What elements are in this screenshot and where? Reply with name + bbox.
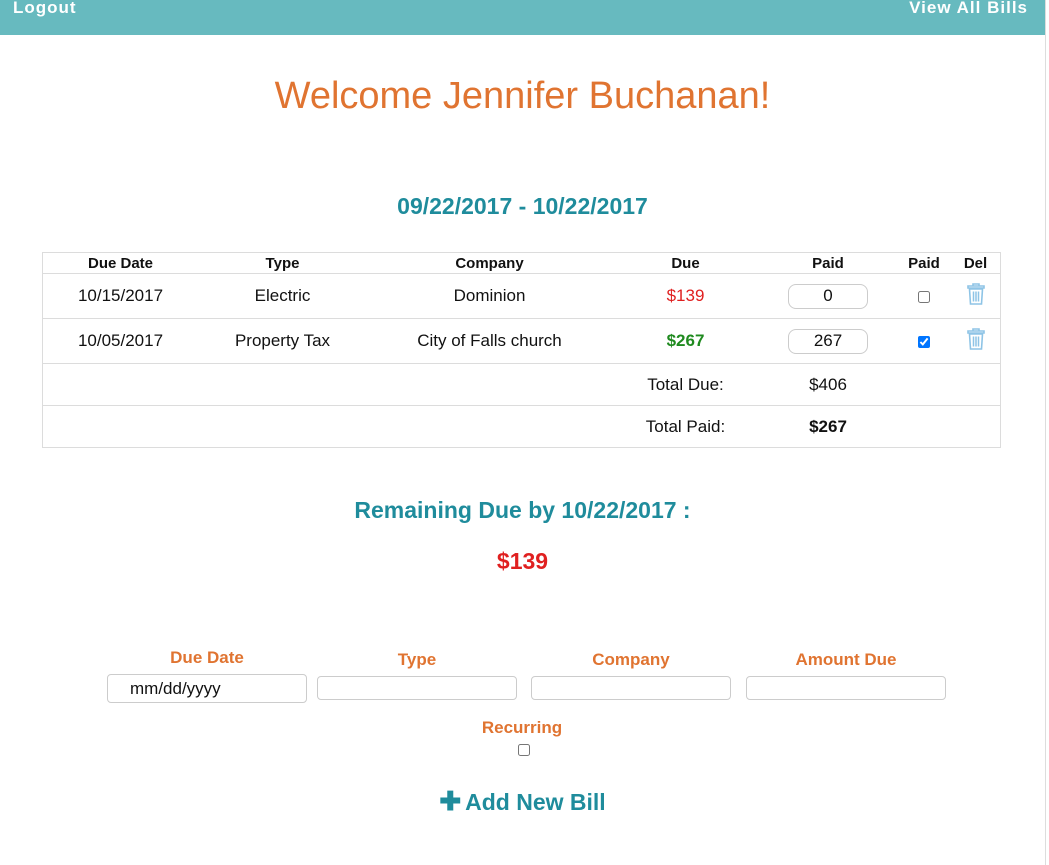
paid-check-cell [897,318,951,364]
total-due-row: Total Due: $406 [42,363,1001,406]
type-cell: Electric [198,273,367,319]
top-nav-bar: Logout View All Bills [0,0,1045,35]
col-header-due: Due [671,254,700,272]
company-label: Company [592,650,670,669]
due-date-cell: 10/15/2017 [42,273,198,319]
delete-cell [951,318,1001,364]
due-date-cell: 10/05/2017 [42,318,198,364]
type-label: Type [397,650,437,669]
view-all-bills-link[interactable]: View All Bills [909,0,1028,18]
due-date-input[interactable] [107,674,307,703]
company-cell: City of Falls church [367,318,612,364]
total-paid-label: Total Paid: [612,405,759,448]
col-header-delete: Del [963,254,988,272]
total-paid-value: $267 [759,405,897,448]
due-cell: $267 [612,318,759,364]
type-input[interactable] [317,676,517,700]
col-header-paid-check: Paid [908,254,940,272]
plus-icon: ✚ [439,786,462,816]
total-due-label: Total Due: [612,363,759,406]
table-row: 10/05/2017 Property Tax City of Falls ch… [42,318,1001,364]
due-cell: $139 [612,273,759,319]
company-cell: Dominion [367,273,612,319]
total-due-value: $406 [759,363,897,406]
logout-link[interactable]: Logout [13,0,77,18]
welcome-heading: Welcome Jennifer Buchanan! [274,75,771,117]
paid-checkbox[interactable] [918,335,930,348]
trash-icon[interactable] [966,327,986,355]
remaining-due-amount: $139 [496,548,549,574]
col-header-company: Company [455,254,524,272]
recurring-label: Recurring [481,718,563,737]
type-cell: Property Tax [198,318,367,364]
due-date-label: Due Date [170,648,244,667]
table-header-row: Due Date Type Company Due Paid Paid Del [43,253,1001,274]
add-new-bill-label: Add New Bill [465,789,606,815]
paid-amount-cell [759,273,897,319]
paid-amount-input[interactable] [788,283,868,309]
add-new-bill-button[interactable]: ✚ Add New Bill [0,786,1045,817]
amount-due-label: Amount Due [795,650,897,669]
date-range-heading: 09/22/2017 - 10/22/2017 [397,193,648,219]
recurring-checkbox[interactable] [518,744,530,756]
remaining-due-heading: Remaining Due by 10/22/2017 : [354,497,691,523]
table-row: 10/15/2017 Electric Dominion $139 [42,273,1001,319]
paid-amount-input[interactable] [788,328,868,354]
bills-table: Due Date Type Company Due Paid Paid Del … [42,252,1001,448]
col-header-type: Type [265,254,300,272]
col-header-due-date: Due Date [87,254,154,272]
total-paid-row: Total Paid: $267 [42,405,1001,448]
paid-check-cell [897,273,951,319]
scrollbar[interactable] [1045,0,1049,865]
delete-cell [951,273,1001,319]
col-header-paid-amount: Paid [812,254,844,272]
amount-due-input[interactable] [746,676,946,700]
paid-checkbox[interactable] [918,290,930,303]
company-input[interactable] [531,676,731,700]
trash-icon[interactable] [966,282,986,310]
paid-amount-cell [759,318,897,364]
